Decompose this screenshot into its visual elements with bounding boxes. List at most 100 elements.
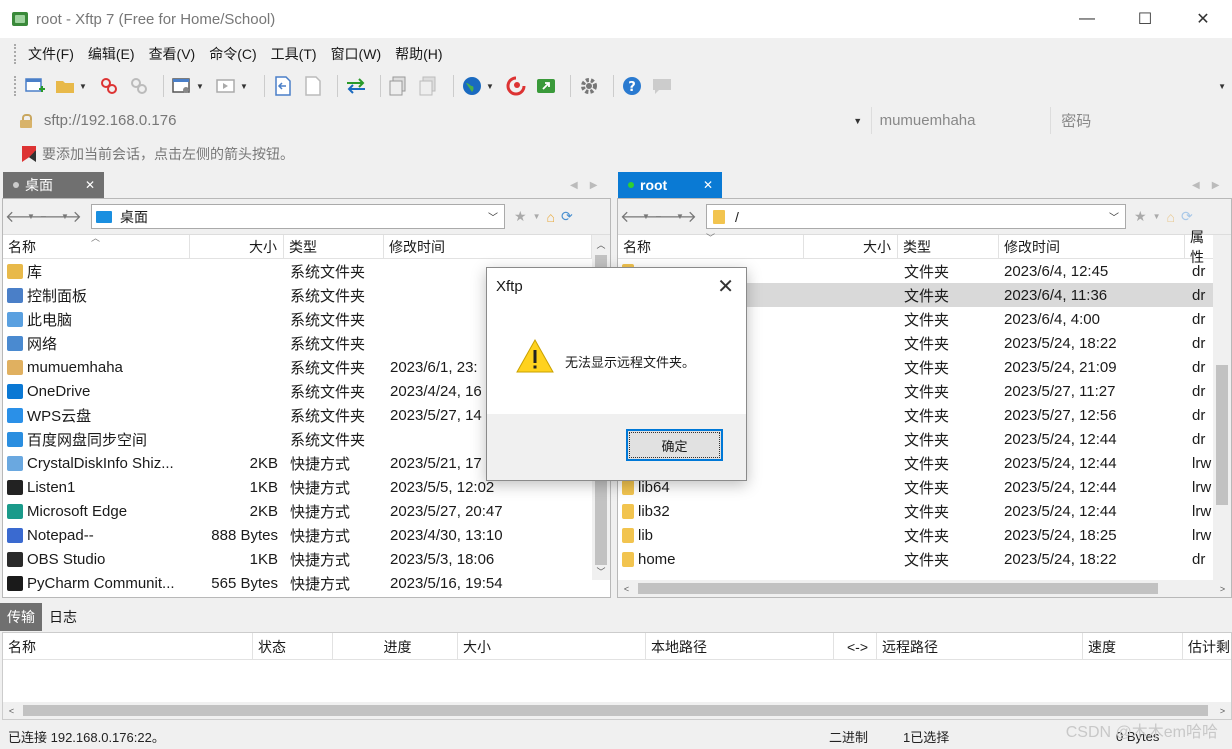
col-name[interactable]: 名称 ︿ bbox=[3, 233, 190, 259]
home-icon[interactable]: ⌂ bbox=[546, 209, 554, 225]
dialog-close-icon[interactable]: ✕ bbox=[717, 274, 734, 299]
col-size[interactable]: 大小 bbox=[190, 235, 284, 259]
back-icon[interactable]: 🡐 bbox=[620, 206, 663, 227]
menu-view[interactable]: 查看(V) bbox=[142, 44, 203, 64]
disconnect-icon[interactable] bbox=[97, 74, 121, 98]
refresh-icon[interactable]: ⟳ bbox=[1181, 208, 1193, 225]
scroll-thumb[interactable] bbox=[638, 583, 1158, 594]
xshell-icon[interactable] bbox=[504, 74, 528, 98]
forward-icon[interactable]: 🡒 bbox=[654, 206, 697, 227]
menu-tools[interactable]: 工具(T) bbox=[264, 44, 324, 64]
maximize-button[interactable]: ☐ bbox=[1116, 0, 1174, 38]
col-remote-path[interactable]: 远程路径 bbox=[877, 633, 1083, 660]
table-row[interactable]: OBS Studio 1KB 快捷方式 2023/5/3, 18:06 bbox=[3, 547, 610, 571]
help-icon[interactable]: ? bbox=[620, 74, 644, 98]
back-icon[interactable]: 🡐 bbox=[5, 206, 48, 227]
col-direction[interactable]: <-> bbox=[834, 633, 877, 660]
tab-close-icon[interactable]: ✕ bbox=[703, 178, 713, 192]
settings-icon[interactable] bbox=[577, 74, 601, 98]
home-icon[interactable]: ⌂ bbox=[1166, 209, 1174, 225]
path-dropdown-icon[interactable]: ﹀ bbox=[1109, 209, 1119, 224]
path-dropdown-icon[interactable]: ﹀ bbox=[488, 209, 498, 224]
table-row[interactable]: lib 文件夹 2023/5/24, 18:25 lrw bbox=[618, 523, 1231, 547]
username-field[interactable]: mumuemhaha bbox=[870, 107, 1051, 134]
col-size[interactable]: 大小 bbox=[804, 235, 898, 259]
scroll-left-icon[interactable]: < bbox=[618, 580, 635, 597]
col-size[interactable]: 大小 bbox=[458, 633, 646, 660]
tab-local-desktop[interactable]: 桌面 ✕ bbox=[3, 172, 104, 198]
upload-icon[interactable] bbox=[271, 74, 295, 98]
transfer-horizontal-scrollbar[interactable]: < > bbox=[3, 702, 1231, 719]
xftp-icon[interactable] bbox=[534, 74, 558, 98]
new-window-dropdown[interactable]: ▼ bbox=[194, 74, 206, 98]
scroll-right-icon[interactable]: > bbox=[1214, 580, 1231, 597]
scroll-thumb[interactable] bbox=[23, 705, 1208, 716]
col-name[interactable]: 名称 bbox=[3, 633, 253, 660]
tab-remote-root[interactable]: root ✕ bbox=[618, 172, 722, 198]
scroll-down-icon[interactable]: ﹀ bbox=[592, 562, 610, 580]
menu-command[interactable]: 命令(C) bbox=[202, 44, 263, 64]
table-row[interactable]: Notepad-- 888 Bytes 快捷方式 2023/4/30, 13:10 bbox=[3, 523, 610, 547]
view-icon[interactable] bbox=[214, 74, 238, 98]
col-type[interactable]: 类型 bbox=[284, 235, 384, 259]
favorite-icon[interactable]: ★ bbox=[514, 208, 527, 225]
back-dropdown[interactable]: ▼ bbox=[27, 212, 39, 221]
col-modified[interactable]: 修改时间 bbox=[384, 235, 592, 259]
download-icon[interactable] bbox=[301, 74, 325, 98]
col-eta[interactable]: 估计剩 bbox=[1183, 633, 1231, 660]
password-field[interactable]: 密码 bbox=[1050, 107, 1228, 134]
close-window-button[interactable]: ✕ bbox=[1174, 0, 1232, 38]
col-speed[interactable]: 速度 bbox=[1083, 633, 1183, 660]
forward-icon[interactable]: 🡒 bbox=[39, 206, 82, 227]
copy-icon[interactable] bbox=[387, 74, 411, 98]
menu-file[interactable]: 文件(F) bbox=[21, 44, 81, 64]
remote-horizontal-scrollbar[interactable]: < > bbox=[618, 580, 1231, 597]
favorite-dropdown[interactable]: ▼ bbox=[1153, 212, 1161, 221]
paste-icon[interactable] bbox=[417, 74, 441, 98]
back-dropdown[interactable]: ▼ bbox=[642, 212, 654, 221]
table-row[interactable]: lib32 文件夹 2023/5/24, 12:44 lrw bbox=[618, 499, 1231, 523]
tab-log[interactable]: 日志 bbox=[42, 603, 84, 631]
menu-help[interactable]: 帮助(H) bbox=[388, 44, 449, 64]
scroll-left-icon[interactable]: < bbox=[3, 702, 20, 719]
menu-window[interactable]: 窗口(W) bbox=[324, 44, 389, 64]
view-dropdown[interactable]: ▼ bbox=[238, 74, 250, 98]
scroll-thumb[interactable] bbox=[1216, 365, 1228, 505]
tab-close-icon[interactable]: ✕ bbox=[85, 178, 95, 192]
add-session-icon[interactable] bbox=[22, 146, 36, 162]
toolbar-overflow-icon[interactable]: ▼ bbox=[1218, 82, 1226, 91]
forward-dropdown[interactable]: ▼ bbox=[61, 212, 73, 221]
minimize-button[interactable]: — bbox=[1058, 0, 1116, 38]
col-status[interactable]: 状态 bbox=[253, 633, 333, 660]
open-folder-dropdown[interactable]: ▼ bbox=[77, 74, 89, 98]
refresh-icon[interactable]: ⟳ bbox=[561, 208, 573, 225]
col-attributes[interactable]: 属性 bbox=[1185, 229, 1215, 265]
remote-path-field[interactable]: / ﹀ bbox=[706, 204, 1126, 229]
remote-vertical-scrollbar[interactable] bbox=[1213, 235, 1231, 580]
col-name[interactable]: 名称 ﹀ bbox=[618, 233, 804, 259]
chat-icon[interactable] bbox=[650, 74, 674, 98]
address-dropdown[interactable]: ▼ bbox=[845, 116, 871, 126]
table-row[interactable]: Microsoft Edge 2KB 快捷方式 2023/5/27, 20:47 bbox=[3, 499, 610, 523]
table-row[interactable]: home 文件夹 2023/5/24, 18:22 dr bbox=[618, 547, 1231, 571]
open-folder-icon[interactable] bbox=[53, 74, 77, 98]
local-path-field[interactable]: 桌面 ﹀ bbox=[91, 204, 505, 229]
col-type[interactable]: 类型 bbox=[898, 235, 999, 259]
reconnect-icon[interactable] bbox=[127, 74, 151, 98]
col-modified[interactable]: 修改时间 bbox=[999, 235, 1185, 259]
address-input[interactable]: sftp://192.168.0.176 bbox=[44, 112, 845, 129]
favorite-icon[interactable]: ★ bbox=[1134, 208, 1147, 225]
forward-dropdown[interactable]: ▼ bbox=[676, 212, 688, 221]
globe-dropdown[interactable]: ▼ bbox=[484, 74, 496, 98]
remote-tab-arrows[interactable]: ◀ ▶ bbox=[1192, 172, 1219, 198]
scroll-right-icon[interactable]: > bbox=[1214, 702, 1231, 719]
col-local-path[interactable]: 本地路径 bbox=[646, 633, 834, 660]
ok-button[interactable]: 确定 bbox=[626, 429, 723, 461]
globe-icon[interactable] bbox=[460, 74, 484, 98]
menu-edit[interactable]: 编辑(E) bbox=[81, 44, 142, 64]
new-session-icon[interactable] bbox=[23, 74, 47, 98]
local-tab-arrows[interactable]: ◀ ▶ bbox=[570, 172, 597, 198]
transfer-icon[interactable] bbox=[344, 74, 368, 98]
tab-transfers[interactable]: 传输 bbox=[0, 603, 42, 631]
new-window-icon[interactable] bbox=[170, 74, 194, 98]
